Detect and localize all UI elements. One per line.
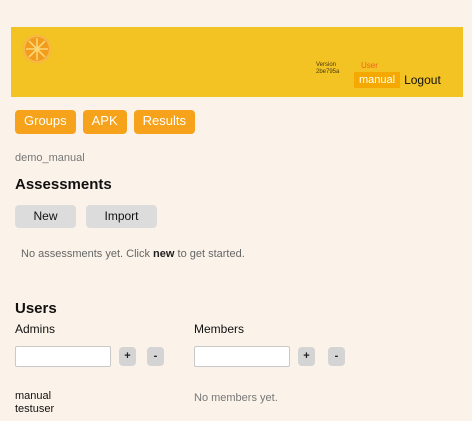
remove-member-button[interactable]: - bbox=[328, 347, 345, 366]
new-assessment-button[interactable]: New bbox=[15, 205, 76, 228]
user-label: User bbox=[361, 61, 378, 70]
list-item: manual bbox=[15, 390, 52, 402]
orange-slice-icon[interactable] bbox=[23, 35, 51, 63]
remove-admin-button[interactable]: - bbox=[147, 347, 164, 366]
current-user-link[interactable]: manual bbox=[354, 72, 401, 88]
user-block: User manual Logout bbox=[354, 61, 441, 88]
nav-results-button[interactable]: Results bbox=[133, 110, 196, 134]
nav-groups-button[interactable]: Groups bbox=[15, 110, 76, 134]
main-nav: Groups APK Results bbox=[15, 110, 196, 134]
members-label: Members bbox=[194, 322, 245, 336]
add-member-button[interactable]: + bbox=[298, 347, 315, 366]
admin-username-input[interactable] bbox=[15, 346, 111, 367]
nav-apk-button[interactable]: APK bbox=[82, 110, 127, 134]
user-row: manual Logout bbox=[354, 72, 441, 88]
logout-link[interactable]: Logout bbox=[404, 72, 441, 88]
empty-suffix: to get started. bbox=[174, 248, 245, 260]
version-info: Version 2be795a bbox=[316, 62, 339, 76]
empty-keyword: new bbox=[153, 248, 175, 260]
member-username-input[interactable] bbox=[194, 346, 290, 367]
add-admin-button[interactable]: + bbox=[119, 347, 136, 366]
header-bar: Version 2be795a User manual Logout bbox=[11, 27, 463, 97]
list-item: testuser bbox=[15, 403, 55, 415]
admins-label: Admins bbox=[15, 322, 56, 336]
empty-prefix: No assessments yet. Click bbox=[21, 248, 154, 260]
import-assessment-button[interactable]: Import bbox=[86, 205, 157, 228]
version-value: 2be795a bbox=[316, 69, 340, 75]
members-empty-message: No members yet. bbox=[194, 392, 278, 404]
users-heading: Users bbox=[15, 300, 57, 317]
assessments-heading: Assessments bbox=[15, 176, 112, 193]
project-name: demo_manual bbox=[15, 152, 85, 164]
assessments-empty-message: No assessments yet. Click new to get sta… bbox=[21, 248, 245, 260]
version-label: Version bbox=[316, 62, 337, 68]
page: Version 2be795a User manual Logout Group… bbox=[0, 0, 472, 421]
admins-list: manual testuser bbox=[15, 390, 54, 416]
